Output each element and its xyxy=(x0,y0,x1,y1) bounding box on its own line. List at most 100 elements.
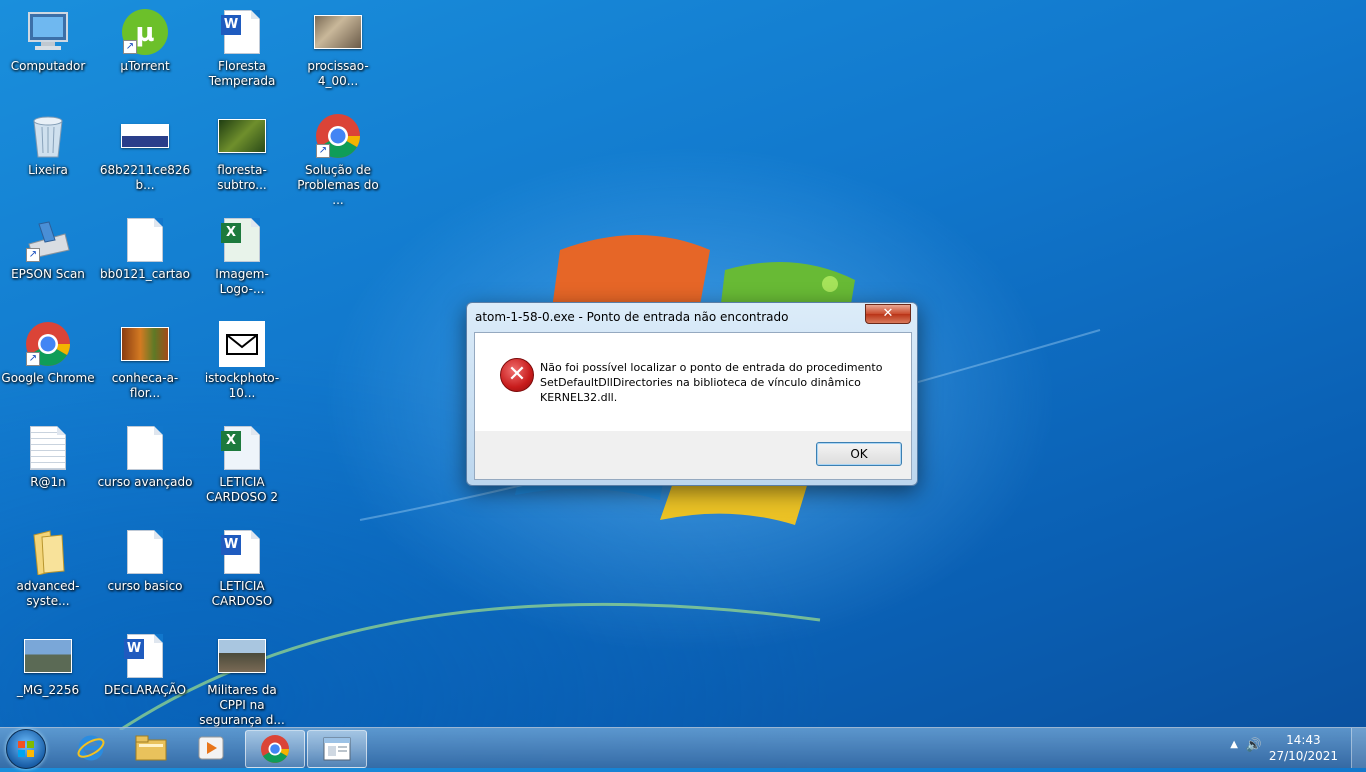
folder-icon xyxy=(135,735,167,761)
dialog-title: atom-1-58-0.exe - Ponto de entrada não e… xyxy=(475,310,789,324)
blank-file-icon xyxy=(121,424,169,472)
chrome-icon: ↗ xyxy=(24,320,72,368)
scanner-icon: ↗ xyxy=(24,216,72,264)
shortcut-arrow-icon: ↗ xyxy=(26,248,40,262)
desktop-icon-68b2211ce826b[interactable]: 68b2211ce826b... xyxy=(97,112,193,193)
desktop-icon-label: EPSON Scan xyxy=(11,267,85,281)
clock-time: 14:43 xyxy=(1286,733,1321,747)
desktop-icon-label: Google Chrome xyxy=(1,371,95,385)
excel-file-icon: X xyxy=(218,216,266,264)
taskbar-error-dialog-window[interactable] xyxy=(307,730,367,768)
shortcut-arrow-icon: ↗ xyxy=(26,352,40,366)
clock-date: 27/10/2021 xyxy=(1268,749,1338,763)
word-document-icon: W xyxy=(218,8,266,56)
taskbar: ▲ 🔊 14:43 27/10/2021 xyxy=(0,727,1366,769)
media-player-icon xyxy=(198,736,224,760)
desktop-icon-label: Imagem-Logo-... xyxy=(215,267,269,296)
show-hidden-icons-button[interactable]: ▲ xyxy=(1230,739,1238,750)
taskbar-file-explorer[interactable] xyxy=(122,730,180,766)
desktop-icon-conheca-a-flor[interactable]: conheca-a-flor... xyxy=(97,320,193,401)
close-icon: ✕ xyxy=(882,306,894,321)
desktop-icon-istockphoto[interactable]: istockphoto-10... xyxy=(194,320,290,401)
error-dialog: atom-1-58-0.exe - Ponto de entrada não e… xyxy=(466,302,918,486)
desktop-icon-lixeira[interactable]: Lixeira xyxy=(0,112,96,178)
system-clock[interactable]: 14:43 27/10/2021 xyxy=(1269,732,1338,764)
ie-icon xyxy=(77,735,105,761)
blank-file-icon xyxy=(121,528,169,576)
desktop-icon-label: R@1n xyxy=(30,475,66,489)
desktop-icon-imagem-logo[interactable]: X Imagem-Logo-... xyxy=(194,216,290,297)
show-desktop-button[interactable] xyxy=(1351,728,1366,768)
desktop-icon-label: Militares da CPPI na segurança d... xyxy=(199,683,285,727)
desktop-icon-label: Computador xyxy=(10,59,86,73)
desktop-icon-label: 68b2211ce826b... xyxy=(99,163,191,192)
ok-button[interactable]: OK xyxy=(816,442,902,466)
desktop-icon-label: advanced-syste... xyxy=(16,579,80,608)
taskbar-google-chrome[interactable] xyxy=(245,730,305,768)
word-document-icon: W xyxy=(218,528,266,576)
desktop-icon-epson-scan[interactable]: ↗ EPSON Scan xyxy=(0,216,96,282)
recycle-bin-icon xyxy=(24,112,72,160)
close-button[interactable]: ✕ xyxy=(865,304,911,324)
desktop-icon-label: bb0121_cartao xyxy=(99,267,191,281)
error-icon: ✕ xyxy=(500,358,534,392)
envelope-icon xyxy=(218,320,266,368)
taskbar-media-player[interactable] xyxy=(182,730,240,766)
image-file-icon xyxy=(314,8,362,56)
desktop-icon-label: Floresta Temperada xyxy=(208,59,276,88)
desktop-icon-label: floresta-subtro... xyxy=(217,163,267,192)
desktop-icon-curso-basico[interactable]: curso basico xyxy=(97,528,193,594)
image-file-icon xyxy=(218,632,266,680)
window-icon xyxy=(323,737,351,761)
word-document-icon: W xyxy=(121,632,169,680)
desktop-icon-floresta-temperada[interactable]: W Floresta Temperada xyxy=(194,8,290,89)
blank-file-icon xyxy=(121,216,169,264)
image-file-icon xyxy=(121,320,169,368)
computer-icon xyxy=(24,8,72,56)
desktop-icon-declaracao[interactable]: W DECLARAÇÃO xyxy=(97,632,193,698)
text-file-icon xyxy=(24,424,72,472)
image-file-icon xyxy=(218,112,266,160)
desktop-icon-r1n[interactable]: R@1n xyxy=(0,424,96,490)
image-file-icon xyxy=(24,632,72,680)
desktop-icon-leticia-cardoso[interactable]: W LETICIA CARDOSO xyxy=(194,528,290,609)
desktop-icon-label: curso basico xyxy=(107,579,183,593)
folder-icon xyxy=(24,528,72,576)
dialog-body: ✕ Não foi possível localizar o ponto de … xyxy=(474,332,912,480)
desktop-icon-leticia-cardoso-2[interactable]: X LETICIA CARDOSO 2 xyxy=(194,424,290,505)
desktop-icon-mg-2256[interactable]: _MG_2256 xyxy=(0,632,96,698)
desktop-icon-militares-cppi[interactable]: Militares da CPPI na segurança d... xyxy=(194,632,290,728)
desktop-icon-curso-avancado[interactable]: curso avançado xyxy=(97,424,193,490)
desktop-icon-procissao[interactable]: procissao-4_00... xyxy=(290,8,386,89)
desktop-icon-label: procissao-4_00... xyxy=(307,59,369,88)
chrome-icon: ↗ xyxy=(314,112,362,160)
desktop-icon-floresta-subtro[interactable]: floresta-subtro... xyxy=(194,112,290,193)
desktop-icon-label: curso avançado xyxy=(97,475,193,489)
excel-file-icon: X xyxy=(218,424,266,472)
image-file-icon xyxy=(121,112,169,160)
dialog-button-area: OK xyxy=(475,431,911,479)
desktop-icon-solucao-problemas[interactable]: ↗ Solução de Problemas do ... xyxy=(290,112,386,208)
desktop-icon-label: µTorrent xyxy=(120,59,170,73)
taskbar-internet-explorer[interactable] xyxy=(62,730,120,766)
windows-logo-icon xyxy=(18,741,34,757)
desktop-icon-label: LETICIA CARDOSO xyxy=(211,579,273,608)
volume-icon[interactable]: 🔊 xyxy=(1246,738,1262,753)
desktop-icon-computador[interactable]: Computador xyxy=(0,8,96,74)
desktop-icon-utorrent[interactable]: µ ↗ µTorrent xyxy=(97,8,193,74)
chrome-icon xyxy=(261,735,289,763)
desktop-icon-label: Solução de Problemas do ... xyxy=(297,163,379,207)
desktop-icon-label: Lixeira xyxy=(28,163,68,177)
desktop-icon-label: conheca-a-flor... xyxy=(111,371,179,400)
start-button[interactable] xyxy=(6,729,46,769)
shortcut-arrow-icon: ↗ xyxy=(316,144,330,158)
desktop-icon-google-chrome[interactable]: ↗ Google Chrome xyxy=(0,320,96,386)
desktop-icon-bb0121-cartao[interactable]: bb0121_cartao xyxy=(97,216,193,282)
utorrent-icon: µ ↗ xyxy=(121,8,169,56)
desktop-icon-label: istockphoto-10... xyxy=(204,371,280,400)
desktop-icon-label: _MG_2256 xyxy=(16,683,80,697)
desktop-icon-advanced-system[interactable]: advanced-syste... xyxy=(0,528,96,609)
svg-text:µ: µ xyxy=(135,18,154,48)
desktop-icon-label: DECLARAÇÃO xyxy=(103,683,187,697)
shortcut-arrow-icon: ↗ xyxy=(123,40,137,54)
